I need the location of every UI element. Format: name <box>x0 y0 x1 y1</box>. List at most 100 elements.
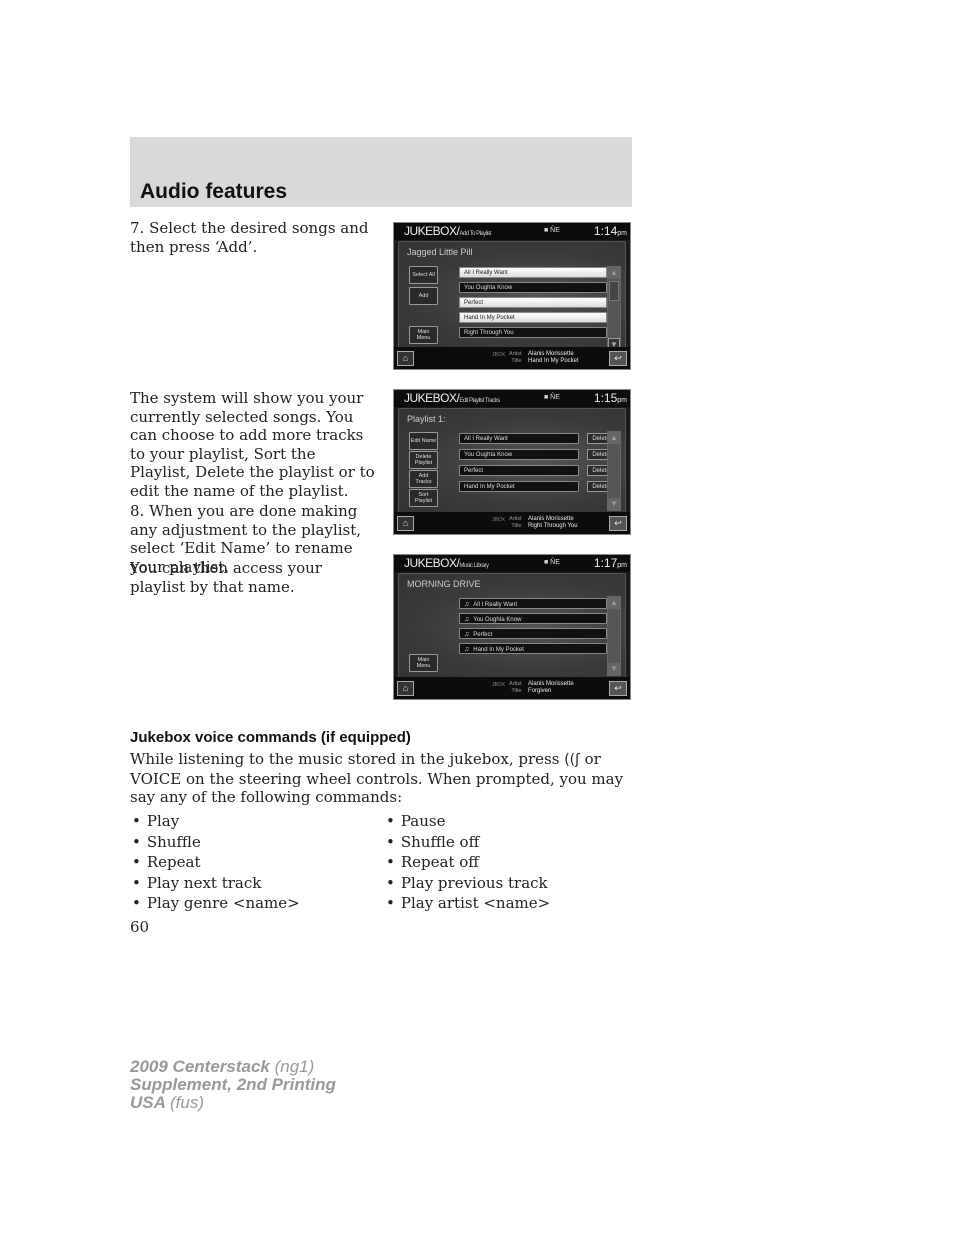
main-menu-button[interactable]: Main Menu <box>409 326 438 344</box>
screenshot-edit-playlist-tracks: JUKEBOX/Edit Playlist Tracks ■ N̂E 1:15p… <box>393 389 631 535</box>
home-icon[interactable]: ⌂ <box>397 516 414 531</box>
back-icon[interactable]: ↩ <box>609 351 627 366</box>
track-title: Hand In My Pocket <box>473 647 524 653</box>
command-item: Play next track <box>132 873 300 894</box>
music-note-icon: ♫ <box>464 646 470 653</box>
footer-line-2: Supplement, 2nd Printing <box>130 1075 336 1094</box>
track-item[interactable]: ♫ Hand In My Pocket <box>459 643 607 654</box>
screenshot-add-to-playlist: JUKEBOX/Add To Playlist ■ N̂E 1:14pm Jag… <box>393 222 631 370</box>
track-title: All I Really Want <box>473 602 518 608</box>
screen-content: MORNING DRIVE Main Menu ♫ All I Really Wa… <box>398 573 626 681</box>
command-item: Pause <box>386 811 550 832</box>
track-item[interactable]: Hand In My Pocket <box>459 481 579 492</box>
artist-value: Alanis Morissette <box>528 681 574 687</box>
command-item: Repeat off <box>386 852 550 873</box>
voice-commands-intro: While listening to the music stored in t… <box>130 750 630 807</box>
clock: 1:15pm <box>593 391 627 405</box>
track-item[interactable]: Perfect <box>459 297 607 308</box>
track-item[interactable]: Perfect <box>459 465 579 476</box>
footer-line-1: 2009 Centerstack (ng1) <box>130 1057 315 1076</box>
delete-playlist-button[interactable]: Delete Playlist <box>409 451 438 469</box>
playlist-heading: MORNING DRIVE <box>407 579 481 589</box>
artist-label: Artist <box>509 516 522 522</box>
track-item[interactable]: ♫ All I Really Want <box>459 598 607 609</box>
voice-commands-title: Jukebox voice commands (if equipped) <box>130 729 411 746</box>
scroll-up-icon[interactable]: ▲ <box>608 432 620 444</box>
music-note-icon: ♫ <box>464 601 470 608</box>
compass-indicator: ■ N̂E <box>544 227 560 234</box>
compass-indicator: ■ N̂E <box>544 394 560 401</box>
title-value: Hand In My Pocket <box>528 358 579 364</box>
select-all-button[interactable]: Select All <box>409 266 438 284</box>
playlist-heading: Playlist 1: <box>407 414 446 424</box>
title-value: Forgiven <box>528 688 552 694</box>
title-label: Title <box>511 358 522 364</box>
scrollbar[interactable]: ▲ ▼ <box>607 431 621 511</box>
screen-content: Jagged Little Pill Select All Add Main M… <box>398 241 626 353</box>
now-playing-values: Alanis Morissette Forgiven <box>528 681 574 695</box>
page-number: 60 <box>130 918 150 936</box>
artist-label: Artist <box>509 351 522 357</box>
footer-line-3: USA (fus) <box>130 1093 204 1112</box>
status-bar: JUKEBOX/Music Library ■ N̂E 1:17pm <box>394 555 630 572</box>
scroll-down-icon[interactable]: ▼ <box>608 663 620 675</box>
status-bar: JUKEBOX/Edit Playlist Tracks ■ N̂E 1:15p… <box>394 390 630 407</box>
scroll-thumb[interactable] <box>609 281 619 301</box>
command-item: Play artist <name> <box>386 893 550 914</box>
title-label: Title <box>511 688 522 694</box>
add-tracks-button[interactable]: Add Tracks <box>409 470 438 488</box>
now-playing-values: Alanis Morissette Right Through You <box>528 516 578 530</box>
main-menu-button[interactable]: Main Menu <box>409 654 438 672</box>
clock: 1:14pm <box>593 224 627 238</box>
track-title: You Oughta Know <box>473 617 522 623</box>
track-item[interactable]: Right Through You <box>459 327 607 338</box>
command-item: Shuffle off <box>386 832 550 853</box>
track-item[interactable]: You Oughta Know <box>459 282 607 293</box>
track-item[interactable]: Hand In My Pocket <box>459 312 607 323</box>
back-icon[interactable]: ↩ <box>609 681 627 696</box>
sort-playlist-button[interactable]: Sort Playlist <box>409 489 438 507</box>
screen-content: Playlist 1: Edit Name Delete Playlist Ad… <box>398 408 626 516</box>
source-label: JBOX <box>492 352 506 358</box>
command-item: Play genre <name> <box>132 893 300 914</box>
track-item[interactable]: ♫ You Oughta Know <box>459 613 607 624</box>
title-label: Title <box>511 523 522 529</box>
add-button[interactable]: Add <box>409 287 438 305</box>
app-title: JUKEBOX/Music Library <box>404 556 489 570</box>
step-7-text: 7. Select the desired songs and then pre… <box>130 219 369 256</box>
music-note-icon: ♫ <box>464 616 470 623</box>
voice-commands-right: Pause Shuffle off Repeat off Play previo… <box>386 811 550 914</box>
track-title: Perfect <box>473 632 493 638</box>
system-note-text: The system will show you your currently … <box>130 389 375 500</box>
artist-value: Alanis Morissette <box>528 516 574 522</box>
screenshot-music-library: JUKEBOX/Music Library ■ N̂E 1:17pm MORNI… <box>393 554 631 700</box>
track-item[interactable]: ♫ Perfect <box>459 628 607 639</box>
track-item[interactable]: You Oughta Know <box>459 449 579 460</box>
command-item: Play previous track <box>386 873 550 894</box>
back-icon[interactable]: ↩ <box>609 516 627 531</box>
artist-label: Artist <box>509 681 522 687</box>
now-playing-labels: Artist Title <box>509 351 522 365</box>
command-item: Play <box>132 811 300 832</box>
edit-name-button[interactable]: Edit Name <box>409 432 438 450</box>
title-value: Right Through You <box>528 523 578 529</box>
track-item[interactable]: All I Really Want <box>459 267 607 278</box>
track-item[interactable]: All I Really Want <box>459 433 579 444</box>
app-title: JUKEBOX/Edit Playlist Tracks <box>404 391 500 405</box>
voice-commands-left: Play Shuffle Repeat Play next track Play… <box>132 811 300 914</box>
home-icon[interactable]: ⌂ <box>397 351 414 366</box>
home-icon[interactable]: ⌂ <box>397 681 414 696</box>
section-header-title: Audio features <box>140 180 288 203</box>
scrollbar[interactable]: ▲ ▼ <box>607 596 621 676</box>
now-playing-bar: ⌂ JBOX Artist Title Alanis Morissette Righ… <box>394 512 630 534</box>
scrollbar[interactable]: ▲ ▼ <box>607 266 621 351</box>
scroll-up-icon[interactable]: ▲ <box>608 267 620 279</box>
now-playing-labels: Artist Title <box>509 681 522 695</box>
intro-text: While listening to the music stored in t… <box>130 750 560 768</box>
compass-indicator: ■ N̂E <box>544 559 560 566</box>
source-label: JBOX <box>492 517 506 523</box>
scroll-down-icon[interactable]: ▼ <box>608 498 620 510</box>
now-playing-values: Alanis Morissette Hand In My Pocket <box>528 351 579 365</box>
now-playing-labels: Artist Title <box>509 516 522 530</box>
scroll-up-icon[interactable]: ▲ <box>608 597 620 609</box>
